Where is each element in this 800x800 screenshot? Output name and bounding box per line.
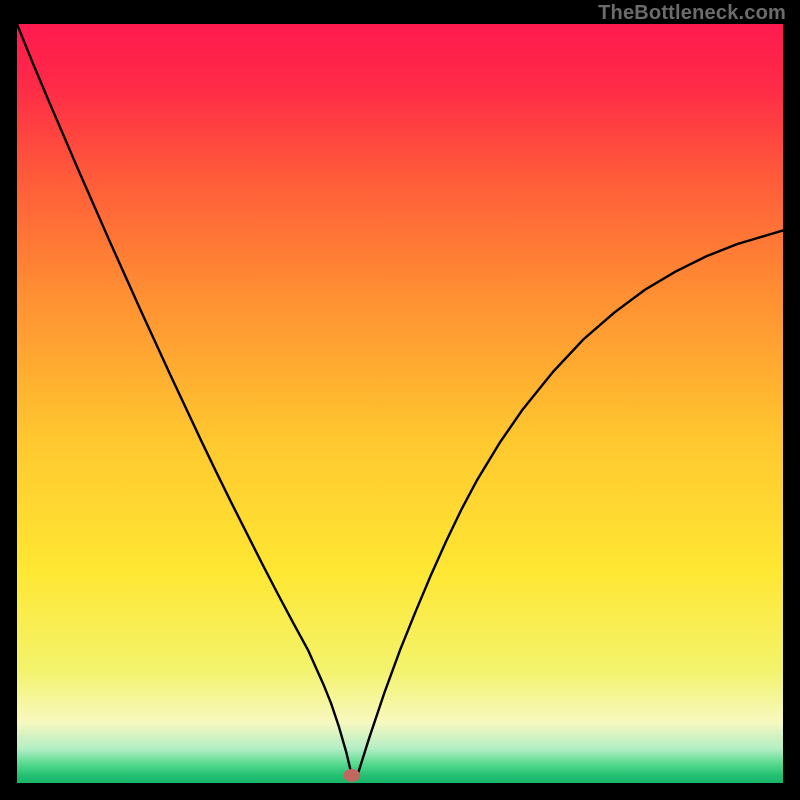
watermark-text: TheBottleneck.com xyxy=(598,2,786,25)
minimum-marker xyxy=(343,769,360,782)
chart-frame: TheBottleneck.com xyxy=(0,0,800,800)
plot-area xyxy=(17,24,783,783)
gradient-background xyxy=(17,24,783,783)
bottleneck-chart xyxy=(17,24,783,783)
